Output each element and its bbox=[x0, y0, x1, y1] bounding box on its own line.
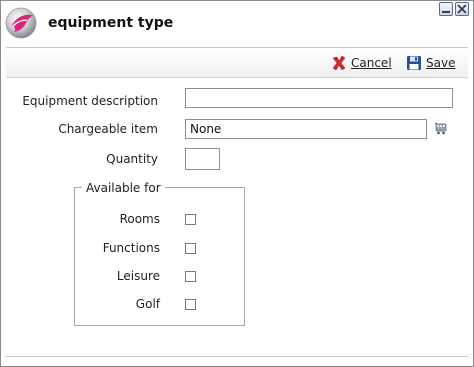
minimize-button[interactable] bbox=[439, 2, 453, 16]
cart-lookup-icon[interactable] bbox=[434, 121, 448, 135]
minimize-icon bbox=[442, 11, 450, 13]
floppy-disk-icon bbox=[407, 56, 421, 70]
golf-label: Golf bbox=[135, 297, 160, 311]
golf-checkbox[interactable] bbox=[185, 299, 196, 310]
save-button[interactable]: Save bbox=[406, 53, 455, 73]
leisure-checkbox[interactable] bbox=[185, 271, 196, 282]
quantity-label: Quantity bbox=[106, 152, 158, 166]
functions-label: Functions bbox=[102, 241, 160, 255]
dialog-title: equipment type bbox=[48, 15, 174, 31]
header-divider bbox=[6, 47, 468, 48]
rooms-checkbox[interactable] bbox=[185, 214, 196, 225]
equipment-description-input[interactable] bbox=[185, 88, 453, 108]
cancel-label: Cancel bbox=[351, 56, 392, 70]
quantity-input[interactable] bbox=[185, 148, 220, 170]
close-icon bbox=[457, 4, 467, 14]
rooms-label: Rooms bbox=[119, 212, 160, 226]
chargeable-item-input[interactable] bbox=[185, 119, 427, 139]
chargeable-item-label: Chargeable item bbox=[58, 122, 158, 136]
save-label: Save bbox=[426, 56, 456, 70]
app-logo-icon bbox=[3, 5, 39, 41]
cancel-button[interactable]: Cancel bbox=[331, 53, 392, 73]
red-x-icon bbox=[332, 55, 346, 71]
footer-divider bbox=[6, 356, 468, 357]
available-for-legend: Available for bbox=[82, 181, 165, 195]
equipment-description-label: Equipment description bbox=[22, 94, 158, 108]
functions-checkbox[interactable] bbox=[185, 243, 196, 254]
close-button[interactable] bbox=[455, 2, 469, 16]
leisure-label: Leisure bbox=[116, 269, 160, 283]
toolbar: Cancel Save bbox=[6, 50, 468, 78]
